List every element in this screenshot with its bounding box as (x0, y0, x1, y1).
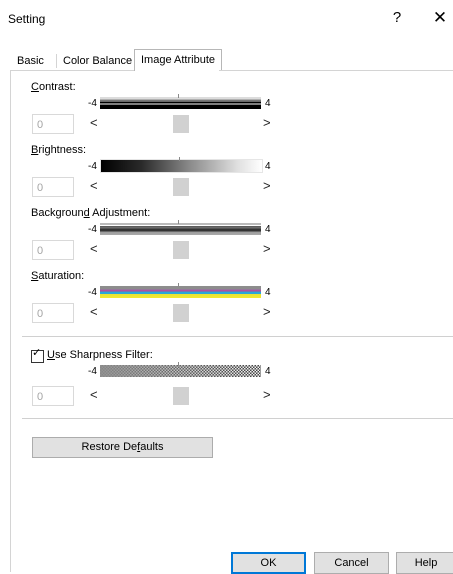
brightness-left-arrow[interactable]: < (90, 178, 98, 193)
sharpness-label: Use Sharpness Filter: (47, 349, 153, 361)
saturation-min-label: -4 (88, 287, 97, 298)
close-button[interactable]: ✕ (428, 6, 452, 30)
sharpness-right-arrow[interactable]: > (263, 387, 271, 402)
contrast-slider-thumb[interactable] (172, 115, 189, 133)
help-title-button[interactable]: ? (385, 6, 409, 30)
saturation-left-arrow[interactable]: < (90, 304, 98, 319)
brightness-value-field[interactable]: 0 (32, 177, 74, 197)
saturation-label: Saturation: (31, 270, 85, 282)
background-max-label: 4 (265, 224, 271, 235)
sharpness-preview-shade (100, 365, 261, 377)
tab-baseline (219, 70, 453, 71)
saturation-preview-bar (100, 283, 261, 298)
ok-button[interactable]: OK (231, 552, 306, 574)
tab-color-balance[interactable]: Color Balance (59, 52, 136, 70)
background-right-arrow[interactable]: > (263, 241, 271, 256)
contrast-max-label: 4 (265, 98, 271, 109)
section-divider (22, 418, 453, 419)
background-slider-thumb[interactable] (172, 241, 189, 259)
brightness-min-label: -4 (88, 161, 97, 172)
panel-border (10, 70, 11, 572)
section-divider (22, 336, 453, 337)
tab-divider (56, 54, 57, 68)
contrast-min-label: -4 (88, 98, 97, 109)
restore-defaults-button[interactable]: Restore Defaults (32, 437, 213, 458)
background-min-label: -4 (88, 224, 97, 235)
tab-basic[interactable]: Basic (13, 52, 48, 70)
tab-image-attribute[interactable]: Image Attribute (134, 49, 222, 71)
contrast-preview-bar (100, 94, 261, 109)
contrast-left-arrow[interactable]: < (90, 115, 98, 130)
contrast-label: Contrast: (31, 81, 76, 93)
checkmark-icon: ✓ (32, 347, 42, 359)
sharpness-left-arrow[interactable]: < (90, 387, 98, 402)
sharpness-slider-thumb[interactable] (172, 387, 189, 405)
background-adjustment-label: Background Adjustment: (31, 207, 151, 219)
brightness-label: Brightness: (31, 144, 87, 156)
sharpness-max-label: 4 (265, 366, 271, 377)
background-value-field[interactable]: 0 (32, 240, 74, 260)
sharpness-value-field[interactable]: 0 (32, 386, 74, 406)
brightness-max-label: 4 (265, 161, 271, 172)
cancel-button[interactable]: Cancel (314, 552, 389, 574)
saturation-slider-thumb[interactable] (172, 304, 189, 322)
background-left-arrow[interactable]: < (90, 241, 98, 256)
brightness-preview-bar (100, 157, 263, 173)
help-button[interactable]: Help (396, 552, 453, 574)
brightness-slider-thumb[interactable] (172, 178, 189, 196)
saturation-right-arrow[interactable]: > (263, 304, 271, 319)
tab-baseline (10, 70, 134, 71)
saturation-value-field[interactable]: 0 (32, 303, 74, 323)
sharpness-min-label: -4 (88, 366, 97, 377)
brightness-right-arrow[interactable]: > (263, 178, 271, 193)
contrast-right-arrow[interactable]: > (263, 115, 271, 130)
saturation-max-label: 4 (265, 287, 271, 298)
contrast-value-field[interactable]: 0 (32, 114, 74, 134)
window-title: Setting (8, 12, 46, 26)
background-preview-bar (100, 220, 261, 235)
